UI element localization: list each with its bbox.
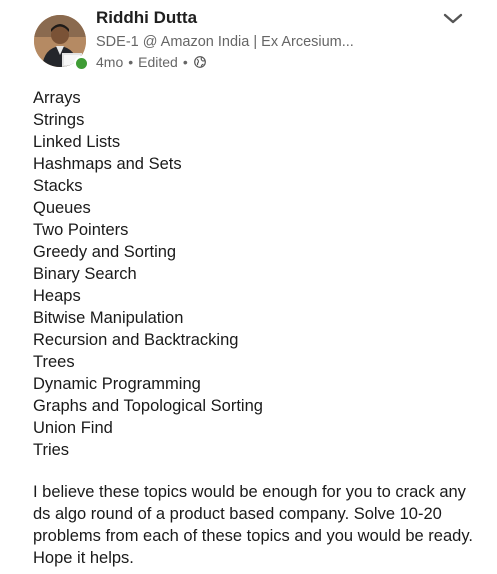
globe-icon [193,56,206,68]
post-time: 4mo [96,54,124,70]
post-meta: 4mo • Edited • [96,54,206,70]
topic-item: Binary Search [33,265,137,283]
topic-item: Graphs and Topological Sorting [33,397,263,415]
post-card: Riddhi Dutta SDE-1 @ Amazon India | Ex A… [0,0,497,574]
topic-item: Linked Lists [33,133,121,151]
topic-item: Greedy and Sorting [33,243,177,261]
topic-item: Trees [33,353,75,371]
chevron-down-icon[interactable] [442,12,464,26]
topic-item: Strings [33,111,85,129]
topic-item: Union Find [33,419,113,437]
topics-list: Arrays Strings Linked Lists Hashmaps and… [33,87,263,461]
topic-item: Hashmaps and Sets [33,155,182,173]
author-headline: SDE-1 @ Amazon India | Ex Arcesium... [96,34,354,50]
topic-item: Bitwise Manipulation [33,309,184,327]
topic-item: Tries [33,441,70,459]
edited-label: Edited [138,54,178,70]
post-closing-text: I believe these topics would be enough f… [33,483,473,567]
meta-separator: • [128,54,134,70]
topic-item: Arrays [33,89,81,107]
topic-item: Recursion and Backtracking [33,331,239,349]
author-name[interactable]: Riddhi Dutta [96,8,197,28]
topic-item: Heaps [33,287,81,305]
meta-separator: • [182,54,188,70]
topic-item: Two Pointers [33,221,129,239]
online-status-indicator [74,56,89,71]
topic-item: Queues [33,199,91,217]
topic-item: Stacks [33,177,83,195]
topic-item: Dynamic Programming [33,375,201,393]
